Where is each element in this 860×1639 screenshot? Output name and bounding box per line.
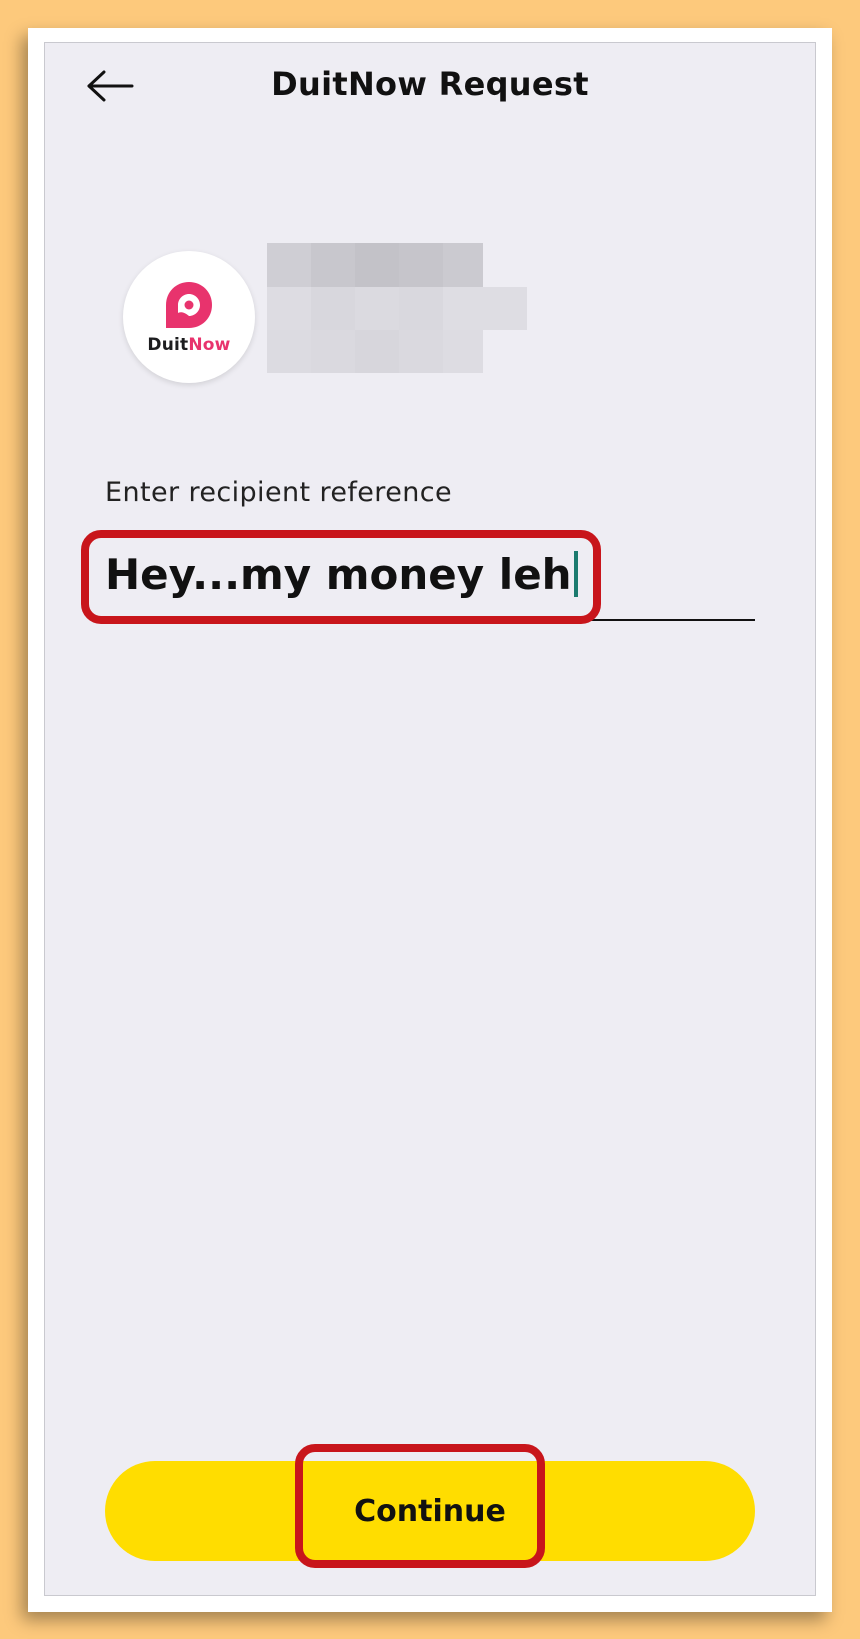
continue-button[interactable]: Continue [105, 1461, 755, 1561]
text-caret [573, 551, 578, 597]
reference-input-text: Hey...my money leh [105, 549, 572, 599]
continue-button-label: Continue [354, 1493, 506, 1529]
duitnow-logo-icon [166, 282, 212, 328]
reference-input-underline [105, 619, 755, 621]
duitnow-logo-text: DuitNow [147, 335, 230, 355]
recipient-avatar: DuitNow [123, 251, 255, 383]
app-screen: DuitNow Request DuitNow Enter recipient … [44, 42, 816, 1596]
logo-text-duit: Duit [147, 335, 189, 355]
page-title: DuitNow Request [271, 65, 589, 103]
logo-text-now: Now [188, 335, 231, 355]
reference-input[interactable]: Hey...my money leh [105, 543, 755, 605]
recipient-name-redacted [267, 243, 527, 373]
reference-field-label: Enter recipient reference [105, 477, 452, 508]
